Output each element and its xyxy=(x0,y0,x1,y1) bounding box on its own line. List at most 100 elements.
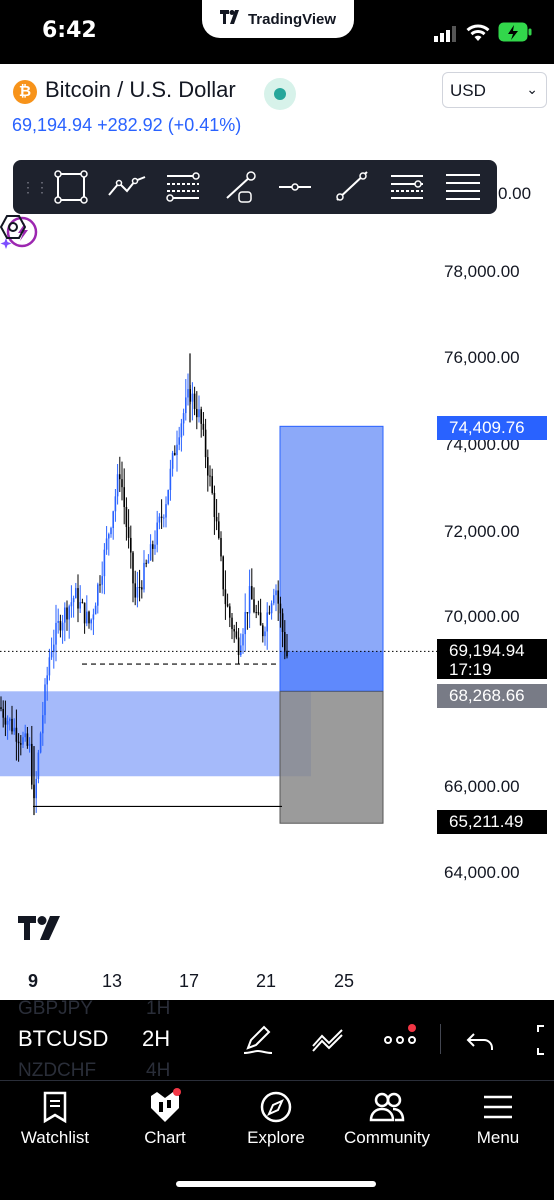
current-price-value: 69,194.94 xyxy=(449,641,525,660)
candle-body xyxy=(264,631,266,637)
app-pill: TradingView xyxy=(202,0,354,38)
nav-label: Community xyxy=(344,1128,430,1147)
candle-body xyxy=(277,590,279,604)
candle-body xyxy=(127,526,130,538)
menu-icon xyxy=(484,1095,512,1119)
nav-chart[interactable]: Chart xyxy=(110,1082,220,1162)
status-bar: 6:42 TradingView xyxy=(0,0,554,64)
nav-watchlist[interactable]: Watchlist xyxy=(0,1082,110,1162)
candle-body xyxy=(77,588,79,609)
candle-body xyxy=(13,727,15,732)
rectangle-icon[interactable] xyxy=(43,160,99,214)
compass-icon xyxy=(260,1091,292,1123)
candle-body xyxy=(83,602,86,624)
price-axis-label: 66,000.00 xyxy=(444,777,520,796)
candle-body xyxy=(198,409,200,418)
parallel-channel-icon[interactable] xyxy=(379,160,435,214)
candle-body xyxy=(259,612,262,626)
drag-handle-icon[interactable]: ⋮⋮ xyxy=(21,179,49,196)
candle-body xyxy=(154,544,156,549)
price-axis-label: 78,000.00 xyxy=(444,262,520,281)
candle-body xyxy=(165,504,167,518)
bar-countdown: 17:19 xyxy=(449,660,492,679)
candle-body xyxy=(187,389,189,398)
candle-body xyxy=(90,619,92,624)
drawing-toolbar: ⋮⋮ xyxy=(13,160,497,214)
candle-body xyxy=(174,452,176,456)
candle-body xyxy=(180,423,183,438)
symbol-title[interactable]: Bitcoin / U.S. Dollar xyxy=(45,77,236,103)
candle-body xyxy=(110,528,112,535)
nav-explore[interactable]: Explore xyxy=(221,1082,331,1162)
time-axis-label: 25 xyxy=(334,971,355,991)
candle-body xyxy=(39,733,42,753)
candle-body xyxy=(22,737,24,745)
chart-settings-icon[interactable] xyxy=(0,214,26,240)
app-name: TradingView xyxy=(247,10,337,28)
market-open-icon[interactable] xyxy=(264,78,296,110)
horizontal-line-icon[interactable] xyxy=(267,160,323,214)
candle-body xyxy=(171,452,174,469)
candle-body xyxy=(59,621,62,631)
candle-body xyxy=(251,586,253,600)
nav-community[interactable]: Community xyxy=(332,1082,442,1162)
candle-body xyxy=(207,457,209,476)
ray-icon[interactable] xyxy=(323,160,379,214)
candle-body xyxy=(220,537,222,557)
candle-body xyxy=(116,474,119,497)
interval-picker[interactable]: 2H xyxy=(142,1026,170,1052)
candle-body xyxy=(255,612,257,614)
candle-body xyxy=(66,607,68,620)
candle-body xyxy=(37,752,40,779)
candle-body xyxy=(81,602,84,604)
fullscreen-icon[interactable] xyxy=(530,1024,554,1056)
nav-label: Watchlist xyxy=(20,1128,90,1147)
candle-body xyxy=(231,617,233,630)
candle-body xyxy=(64,607,66,623)
candle-body xyxy=(119,474,121,480)
candle-body xyxy=(48,657,51,676)
candle-body xyxy=(275,590,277,596)
candle-body xyxy=(114,496,117,512)
candle-body xyxy=(24,733,26,738)
entry-price-badge: 68,268.66 xyxy=(437,684,547,708)
nav-menu[interactable]: Menu xyxy=(443,1082,553,1162)
candle-body xyxy=(242,634,244,646)
indicators-icon[interactable] xyxy=(310,1024,346,1056)
candle-body xyxy=(224,589,227,605)
symbol-picker[interactable]: BTCUSD xyxy=(18,1026,108,1052)
candle-body xyxy=(68,606,70,620)
price-chart[interactable]: 0.00 78,000.00 76,000.00 74,000.00 72,00… xyxy=(0,184,554,1000)
fib-retracement-icon[interactable] xyxy=(155,160,211,214)
candle-body xyxy=(156,522,158,545)
candle-body xyxy=(44,684,46,716)
candle-body xyxy=(70,602,73,607)
more-lines-icon[interactable] xyxy=(435,160,491,214)
candle-body xyxy=(286,650,288,657)
candle-body xyxy=(163,517,165,519)
ghost-interval: 4H xyxy=(146,1060,171,1081)
candle-body xyxy=(204,429,207,458)
home-indicator xyxy=(176,1181,376,1187)
price-axis-label-partial: 0.00 xyxy=(498,184,532,203)
candle-body xyxy=(88,611,90,624)
candle-body xyxy=(101,576,103,585)
currency-select[interactable]: USD ⌄ xyxy=(442,72,547,108)
battery-icon xyxy=(498,22,532,42)
price-axis-label: 64,000.00 xyxy=(444,863,520,882)
undo-icon[interactable] xyxy=(464,1024,500,1056)
stop-price-badge: 65,211.49 xyxy=(437,810,547,834)
candle-body xyxy=(209,475,211,477)
symbol-header: ₿ Bitcoin / U.S. Dollar 69,194.94 +282.9… xyxy=(0,64,554,154)
pen-draw-icon[interactable] xyxy=(240,1024,276,1056)
candle-body xyxy=(61,622,64,631)
candle-body xyxy=(138,587,141,589)
candle-body xyxy=(141,587,143,590)
path-icon[interactable] xyxy=(99,160,155,214)
candle-body xyxy=(130,537,132,553)
candle-body xyxy=(103,549,106,577)
tradingview-logo-icon xyxy=(219,10,242,28)
candle-body xyxy=(108,534,110,539)
community-icon xyxy=(369,1092,405,1122)
trend-line-icon[interactable] xyxy=(211,160,267,214)
